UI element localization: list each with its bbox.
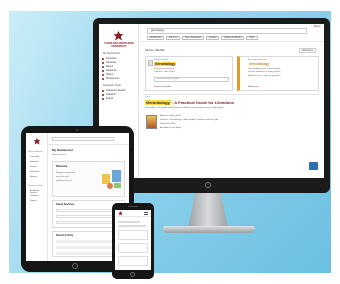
filter-chip[interactable]: Peer Reviewed [182, 36, 204, 40]
page-subtitle: Welcome back [52, 154, 67, 156]
title-rest: : A Practical Guide for Librarians [170, 100, 235, 105]
sidebar-item-export[interactable]: Export [101, 97, 113, 100]
sidebar-item[interactable]: Favorites [30, 161, 39, 163]
phone-home-button [130, 272, 135, 277]
content-box[interactable] [118, 243, 148, 253]
university-crest-icon [113, 31, 124, 41]
card-line: Related entries: ageing, geriatrics [248, 75, 281, 77]
filter-bar: All Results Full Text Peer Reviewed Article… [147, 36, 260, 40]
logo-text: CHRISTIAN BROTHERS UNIVERSITY [104, 42, 134, 48]
guide-icon [148, 60, 153, 66]
phone-screen [115, 210, 151, 270]
book-cover[interactable] [146, 115, 157, 129]
welcome-line: Manage saved items, [56, 172, 76, 174]
filter-chip[interactable]: Books & eBooks [221, 36, 245, 40]
sidebar-item[interactable]: Overview [30, 156, 39, 158]
filter-chip[interactable]: Full Text [165, 36, 181, 40]
filter-chip[interactable]: All Results [147, 36, 164, 40]
search-input[interactable]: gerontology [147, 28, 307, 34]
phone-device [112, 203, 154, 279]
illustration-icon [102, 170, 121, 189]
subject-guide-card: Subject Guide Gerontology Find more reso… [145, 56, 233, 91]
sidebar-section: My Dashboard [28, 151, 43, 153]
tablet-sidebar: My Dashboard Overview Favorites Saved Se… [26, 133, 48, 261]
content-box[interactable] [118, 256, 148, 266]
university-crest-icon [118, 211, 123, 216]
filter-chip[interactable]: Articles [205, 36, 220, 40]
monitor-base [163, 226, 255, 233]
chat-icon[interactable] [309, 162, 318, 170]
sidebar-item-searches[interactable]: Searches [102, 69, 117, 72]
result-availability[interactable]: Available in the library [160, 127, 181, 129]
encyclopedia-card: Encyclopedia Entry Gerontology Gerontolo… [237, 56, 319, 91]
sidebar-item-preferences[interactable]: Preferences [101, 77, 119, 80]
sidebar-item-history[interactable]: History [102, 73, 114, 76]
sidebar-item[interactable]: Searches [30, 171, 39, 173]
sidebar-item-overview[interactable]: Overview [101, 57, 116, 60]
card-line: Find more resources [154, 68, 175, 70]
card-label: Encyclopedia Entry [248, 59, 267, 61]
sidebar-item[interactable]: History [30, 176, 37, 178]
sidebar-item[interactable]: Export [30, 200, 36, 202]
card-line: Gerontology is the study of aging [248, 68, 280, 70]
sidebar-item-academic[interactable]: Academic Search [102, 89, 126, 92]
sort-select[interactable]: Relevance [299, 48, 317, 53]
menu-icon[interactable] [144, 212, 148, 215]
result-authors: Authors: Library Staff [160, 115, 181, 117]
filter-chip[interactable]: More [246, 36, 258, 40]
read-more-link[interactable]: Read more [248, 86, 259, 88]
panel-heading: Saved Searches [56, 203, 75, 206]
sidebar-item[interactable]: Saved [30, 166, 36, 168]
page-title: My Dashboard [52, 148, 73, 152]
card-label: Subject Guide [154, 59, 168, 61]
text-line [118, 225, 146, 227]
sidebar-item[interactable]: Academic Search [30, 190, 47, 194]
title-highlight: Gerontology [145, 100, 171, 105]
tablet-camera [76, 129, 78, 131]
tablet-home-button [72, 263, 78, 269]
result-title[interactable]: Gerontology : A Practical Guide for Libr… [145, 100, 234, 105]
sidebar-item[interactable]: Citations [30, 195, 39, 197]
card-title[interactable]: Gerontology [154, 62, 177, 66]
welcome-line: searches and [56, 176, 69, 178]
welcome-line: preferences here. [56, 180, 73, 182]
sidebar-section-dashboard: My Dashboard [103, 52, 120, 55]
book-result: Book Gerontology : A Practical Guide for… [143, 94, 319, 141]
panel-heading: Recent Activity [56, 234, 74, 237]
result-type: Book [145, 96, 150, 98]
sidebar-item-citations[interactable]: Citations [102, 93, 116, 96]
sidebar-item-favorites[interactable]: Favorites [101, 61, 116, 64]
sidebar-section-research: Research Tools [103, 84, 121, 87]
card-line: Librarian: Jane Smith [154, 71, 175, 73]
card-line: and the problems of aging people. [248, 71, 282, 73]
tablet-top-bar [48, 133, 129, 145]
text-line [118, 221, 140, 223]
phone-speaker [128, 206, 138, 207]
sign-in-link[interactable]: Sign in [314, 25, 321, 28]
top-bar: gerontology Sign in All Results Full Text… [139, 24, 324, 42]
power-button [205, 182, 211, 188]
content-box[interactable] [118, 230, 148, 240]
card-title[interactable]: Gerontology [248, 62, 270, 66]
devices-showcase: CHRISTIAN BROTHERS UNIVERSITY My Dashboa… [0, 0, 340, 284]
result-published: Published: 2016 [160, 123, 176, 125]
result-subjects: Subjects: Gerontology; Older people; Lib… [160, 119, 219, 121]
university-crest-icon [33, 138, 41, 145]
sidebar-item-saved[interactable]: Saved [101, 65, 113, 68]
sidebar-section: Research Tools [28, 185, 44, 187]
result-description: Description: This guide helps librarians… [145, 107, 225, 109]
welcome-box: Welcome Manage saved items, searches and… [52, 161, 125, 197]
search-input[interactable] [52, 137, 114, 141]
guide-search-input[interactable]: Search within this guide [154, 77, 229, 82]
results-count: Results: 999,999 [145, 49, 165, 52]
welcome-heading: Welcome [56, 165, 68, 168]
guide-search-link[interactable]: Search this guide [154, 86, 171, 88]
phone-header [115, 210, 151, 217]
